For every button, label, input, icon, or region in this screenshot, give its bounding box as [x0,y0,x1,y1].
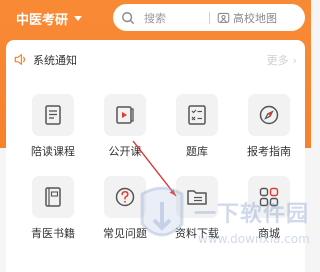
search-divider [209,12,210,24]
more-label: 更多 [266,54,289,67]
exam-type-label: 中医考研 [16,12,69,28]
grid-item-material-download[interactable]: 资料下载 [162,176,232,241]
main-card: 系统通知 更多 › 陪读课程 公开课 题库 报考指南 青医书籍 常见问题 资料下… [6,40,305,272]
search-placeholder: 搜索 [144,11,166,25]
notice-title: 系统通知 [33,54,77,67]
grid-label: 商城 [258,227,280,240]
speaker-icon [14,54,26,65]
map-icon [217,12,230,23]
grid-item-exam-guide[interactable]: 报考指南 [234,94,304,159]
video-play-icon [104,94,146,136]
search-bar[interactable]: 搜索 高校地图 [113,4,305,31]
grid-item-accompany-course[interactable]: 陪读课程 [18,94,88,159]
question-bank-icon [176,94,218,136]
folder-icon [176,176,218,218]
grid-label: 陪读课程 [31,145,75,158]
grid-label: 题库 [186,145,208,158]
exam-type-selector[interactable]: 中医考研 [16,7,83,29]
grid-label: 常见问题 [103,227,147,240]
grid-label: 青医书籍 [31,227,75,240]
books-icon [32,176,74,218]
question-mark-icon [104,176,146,218]
college-map-label: 高校地图 [233,11,277,25]
grid-label: 报考指南 [247,145,291,158]
college-map-button[interactable]: 高校地图 [217,4,277,31]
grid-item-shop[interactable]: 商城 [234,176,304,241]
grid-item-medical-books[interactable]: 青医书籍 [18,176,88,241]
grid-label: 资料下载 [175,227,219,240]
grid-item-question-bank[interactable]: 题库 [162,94,232,159]
top-bar: 中医考研 搜索 高校地图 [0,0,311,38]
grid-shop-icon [248,176,290,218]
system-notice-bar[interactable]: 系统通知 更多 › [6,40,305,78]
book-icon [32,94,74,136]
notice-more-link[interactable]: 更多 › [267,52,297,68]
compass-icon [248,94,290,136]
grid-item-faq[interactable]: 常见问题 [90,176,160,241]
caret-down-icon [74,15,83,21]
grid-label: 公开课 [108,145,142,158]
chevron-right-icon: › [292,53,297,67]
search-icon [122,11,134,24]
grid-item-open-course[interactable]: 公开课 [90,94,160,159]
